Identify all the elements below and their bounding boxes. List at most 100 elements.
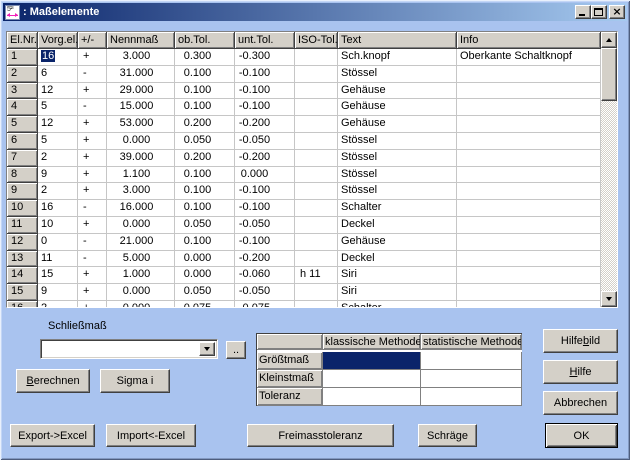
nennmass-cell[interactable]: 1.100 — [107, 167, 175, 184]
ob-tol-cell[interactable]: 0.000 — [175, 251, 235, 268]
iso-tol-cell[interactable] — [295, 99, 338, 116]
plus-minus-cell[interactable]: - — [78, 66, 107, 83]
row-number-cell[interactable]: 3 — [7, 83, 38, 100]
results-cell-groesstmass-klassisch[interactable] — [323, 352, 421, 370]
row-number-cell[interactable]: 11 — [7, 217, 38, 234]
plus-minus-cell[interactable]: - — [78, 99, 107, 116]
vorg-el-cell[interactable]: 15 — [38, 267, 78, 284]
text-cell[interactable]: Stössel — [338, 150, 457, 167]
nennmass-cell[interactable]: 21.000 — [107, 234, 175, 251]
vorg-el-cell[interactable]: 10 — [38, 217, 78, 234]
plus-minus-cell[interactable]: + — [78, 49, 107, 66]
column-header-unttol[interactable]: unt.Tol. — [235, 32, 295, 49]
column-header-obtol[interactable]: ob.Tol. — [175, 32, 235, 49]
text-cell[interactable]: Stössel — [338, 167, 457, 184]
nennmass-cell[interactable]: 1.000 — [107, 267, 175, 284]
results-cell-toleranz-statistisch[interactable] — [421, 388, 522, 406]
minimize-button[interactable] — [575, 5, 591, 19]
vorg-el-cell[interactable]: 5 — [38, 133, 78, 150]
column-header-text[interactable]: Text — [338, 32, 457, 49]
row-number-cell[interactable]: 2 — [7, 66, 38, 83]
iso-tol-cell[interactable] — [295, 234, 338, 251]
row-number-cell[interactable]: 16 — [7, 301, 38, 307]
vorg-el-cell[interactable]: 2 — [38, 301, 78, 307]
scrollbar-thumb[interactable] — [601, 48, 617, 101]
iso-tol-cell[interactable] — [295, 284, 338, 301]
ob-tol-cell[interactable]: 0.075 — [175, 301, 235, 307]
info-cell[interactable] — [457, 66, 601, 83]
abbrechen-button[interactable]: Abbrechen — [543, 391, 618, 415]
iso-tol-cell[interactable] — [295, 83, 338, 100]
text-cell[interactable]: Stössel — [338, 183, 457, 200]
nennmass-cell[interactable]: 0.000 — [107, 301, 175, 307]
text-cell[interactable]: Schalter — [338, 301, 457, 307]
scroll-up-button[interactable] — [601, 32, 617, 48]
nennmass-cell[interactable]: 31.000 — [107, 66, 175, 83]
text-cell[interactable]: Stössel — [338, 133, 457, 150]
text-cell[interactable]: Schalter — [338, 200, 457, 217]
plus-minus-cell[interactable]: + — [78, 301, 107, 307]
row-number-cell[interactable]: 7 — [7, 150, 38, 167]
nennmass-cell[interactable]: 0.000 — [107, 284, 175, 301]
close-button[interactable]: × — [609, 5, 625, 19]
iso-tol-cell[interactable] — [295, 200, 338, 217]
text-cell[interactable]: Deckel — [338, 251, 457, 268]
vertical-scrollbar[interactable] — [601, 32, 617, 307]
vorg-el-cell[interactable]: 5 — [38, 99, 78, 116]
unt-tol-cell[interactable]: -0.100 — [235, 99, 295, 116]
results-cell-kleinstmass-statistisch[interactable] — [421, 370, 522, 388]
text-cell[interactable]: Gehäuse — [338, 234, 457, 251]
row-number-cell[interactable]: 9 — [7, 183, 38, 200]
row-number-cell[interactable]: 15 — [7, 284, 38, 301]
results-cell-kleinstmass-klassisch[interactable] — [323, 370, 421, 388]
ok-button[interactable]: OK — [545, 423, 618, 448]
vorg-el-cell[interactable]: 2 — [38, 150, 78, 167]
maximize-button[interactable] — [591, 5, 607, 19]
vorg-el-cell[interactable]: 2 — [38, 183, 78, 200]
nennmass-cell[interactable]: 0.000 — [107, 133, 175, 150]
column-header-nennma[interactable]: Nennmaß — [107, 32, 175, 49]
unt-tol-cell[interactable]: -0.100 — [235, 200, 295, 217]
iso-tol-cell[interactable] — [295, 217, 338, 234]
plus-minus-cell[interactable]: + — [78, 83, 107, 100]
iso-tol-cell[interactable] — [295, 49, 338, 66]
row-number-cell[interactable]: 5 — [7, 116, 38, 133]
plus-minus-cell[interactable]: + — [78, 133, 107, 150]
text-cell[interactable]: Gehäuse — [338, 99, 457, 116]
column-header-isotol[interactable]: ISO-Tol. — [295, 32, 338, 49]
plus-minus-cell[interactable]: - — [78, 251, 107, 268]
info-cell[interactable] — [457, 251, 601, 268]
text-cell[interactable]: Gehäuse — [338, 83, 457, 100]
vorg-el-cell[interactable]: 16 — [38, 49, 78, 66]
column-header-info[interactable]: Info — [457, 32, 601, 49]
info-cell[interactable] — [457, 217, 601, 234]
ob-tol-cell[interactable]: 0.100 — [175, 66, 235, 83]
info-cell[interactable]: Oberkante Schaltknopf — [457, 49, 601, 66]
vorg-el-cell[interactable]: 11 — [38, 251, 78, 268]
iso-tol-cell[interactable] — [295, 301, 338, 307]
nennmass-cell[interactable]: 0.000 — [107, 217, 175, 234]
schraege-button[interactable]: Schräge — [418, 424, 477, 447]
unt-tol-cell[interactable]: -0.100 — [235, 183, 295, 200]
unt-tol-cell[interactable]: -0.100 — [235, 83, 295, 100]
column-header-vorgel[interactable]: Vorg.el. — [38, 32, 78, 49]
scroll-down-button[interactable] — [601, 291, 617, 307]
plus-minus-cell[interactable]: + — [78, 284, 107, 301]
unt-tol-cell[interactable]: -0.050 — [235, 217, 295, 234]
row-number-cell[interactable]: 13 — [7, 251, 38, 268]
title-bar[interactable]: 5¹³ : Maßelemente × — [3, 3, 627, 21]
vorg-el-cell[interactable]: 12 — [38, 83, 78, 100]
row-number-cell[interactable]: 14 — [7, 267, 38, 284]
info-cell[interactable] — [457, 234, 601, 251]
ob-tol-cell[interactable]: 0.050 — [175, 217, 235, 234]
results-cell-toleranz-klassisch[interactable] — [323, 388, 421, 406]
nennmass-cell[interactable]: 16.000 — [107, 200, 175, 217]
hilfe-button[interactable]: Hilfe — [543, 360, 618, 384]
info-cell[interactable] — [457, 167, 601, 184]
berechnen-button[interactable]: Berechnen — [16, 369, 90, 393]
freimasstoleranz-button[interactable]: Freimasstoleranz — [247, 424, 394, 447]
browse-button[interactable]: .. — [226, 341, 246, 359]
sigma-i-button[interactable]: Sigma i — [100, 369, 170, 393]
vorg-el-cell[interactable]: 12 — [38, 116, 78, 133]
column-header-[interactable]: +/- — [78, 32, 107, 49]
